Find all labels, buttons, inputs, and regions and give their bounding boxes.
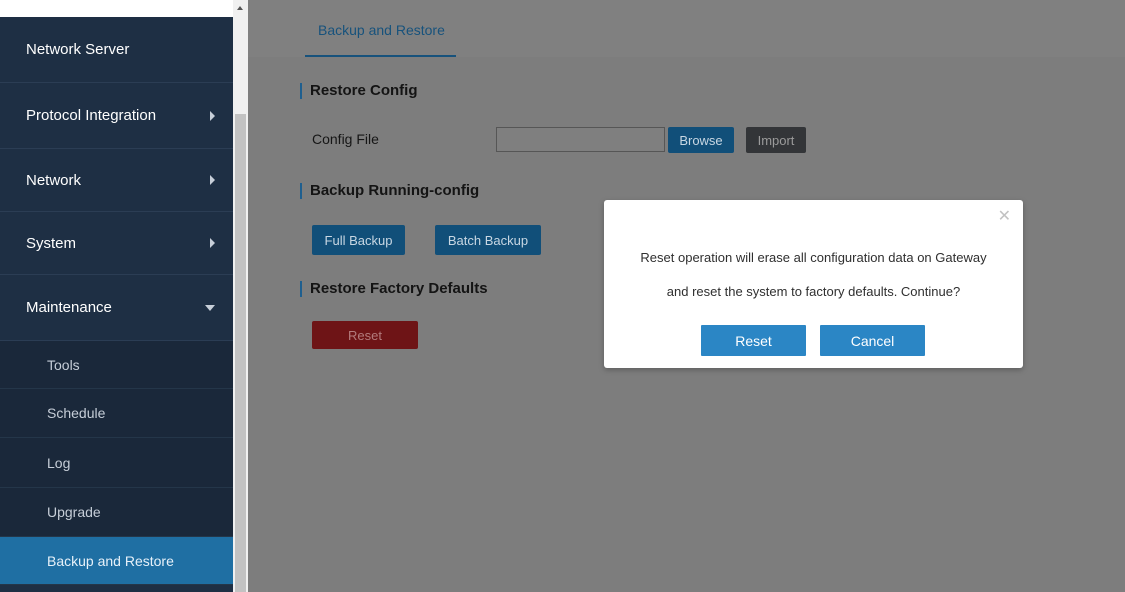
chevron-right-icon [210, 238, 215, 248]
sidebar-item-protocol-integration[interactable]: Protocol Integration [0, 83, 233, 149]
import-button[interactable]: Import [746, 127, 806, 153]
sidebar-subitem-log[interactable]: Log [0, 438, 233, 488]
sidebar-item-label: Network [26, 171, 82, 189]
config-file-label: Config File [312, 131, 379, 147]
scrollbar-thumb[interactable] [235, 114, 246, 592]
reset-confirm-dialog: ✕ Reset operation will erase all configu… [604, 200, 1023, 368]
sidebar-item-network-server[interactable]: Network Server [0, 17, 233, 83]
sidebar-item-label: Network Server [26, 41, 130, 58]
tab-bar: Backup and Restore [248, 0, 1125, 57]
sidebar: Network Server Protocol Integration Netw… [0, 17, 233, 592]
sidebar-item-maintenance[interactable]: Maintenance [0, 275, 233, 341]
factory-reset-button[interactable]: Reset [312, 321, 418, 349]
sidebar-item-system[interactable]: System [0, 212, 233, 275]
sidebar-subitem-label: Tools [47, 356, 80, 373]
sidebar-subitem-schedule[interactable]: Schedule [0, 389, 233, 438]
app-root: Network Server Protocol Integration Netw… [0, 0, 1125, 592]
chevron-right-icon [210, 110, 215, 121]
tab-backup-and-restore[interactable]: Backup and Restore [318, 22, 445, 38]
close-icon[interactable]: ✕ [998, 206, 1011, 226]
batch-backup-button[interactable]: Batch Backup [435, 225, 541, 255]
sidebar-item-label: Protocol Integration [26, 107, 157, 124]
sidebar-subitem-label: Schedule [47, 405, 106, 421]
sidebar-subitem-tools[interactable]: Tools [0, 341, 233, 389]
dialog-cancel-button[interactable]: Cancel [820, 325, 925, 356]
sidebar-subitem-upgrade[interactable]: Upgrade [0, 488, 233, 537]
browse-button[interactable]: Browse [668, 127, 734, 153]
sidebar-subitem-label: Backup and Restore [47, 552, 174, 569]
sidebar-subitem-backup-and-restore[interactable]: Backup and Restore [0, 537, 233, 585]
section-title-restore-factory-defaults: Restore Factory Defaults [300, 281, 488, 297]
dialog-message-line-2: and reset the system to factory defaults… [666, 284, 961, 299]
top-strip [0, 0, 233, 17]
sidebar-subitem-label: Log [47, 454, 71, 471]
dialog-reset-button[interactable]: Reset [701, 325, 806, 356]
full-backup-button[interactable]: Full Backup [312, 225, 405, 255]
section-title-restore-config: Restore Config [300, 83, 418, 99]
chevron-right-icon [210, 175, 215, 185]
chevron-down-icon [205, 304, 215, 311]
section-title-backup-running-config: Backup Running-config [300, 183, 479, 199]
config-file-input[interactable] [496, 127, 665, 152]
dialog-message-line-1: Reset operation will erase all configura… [640, 250, 987, 265]
sidebar-subitem-label: Upgrade [47, 504, 101, 520]
sidebar-item-network[interactable]: Network [0, 149, 233, 212]
scroll-up-arrow-icon[interactable] [237, 6, 243, 10]
sidebar-item-label: System [26, 234, 77, 252]
sidebar-item-label: Maintenance [26, 299, 112, 316]
sidebar-scrollbar[interactable] [233, 0, 248, 592]
